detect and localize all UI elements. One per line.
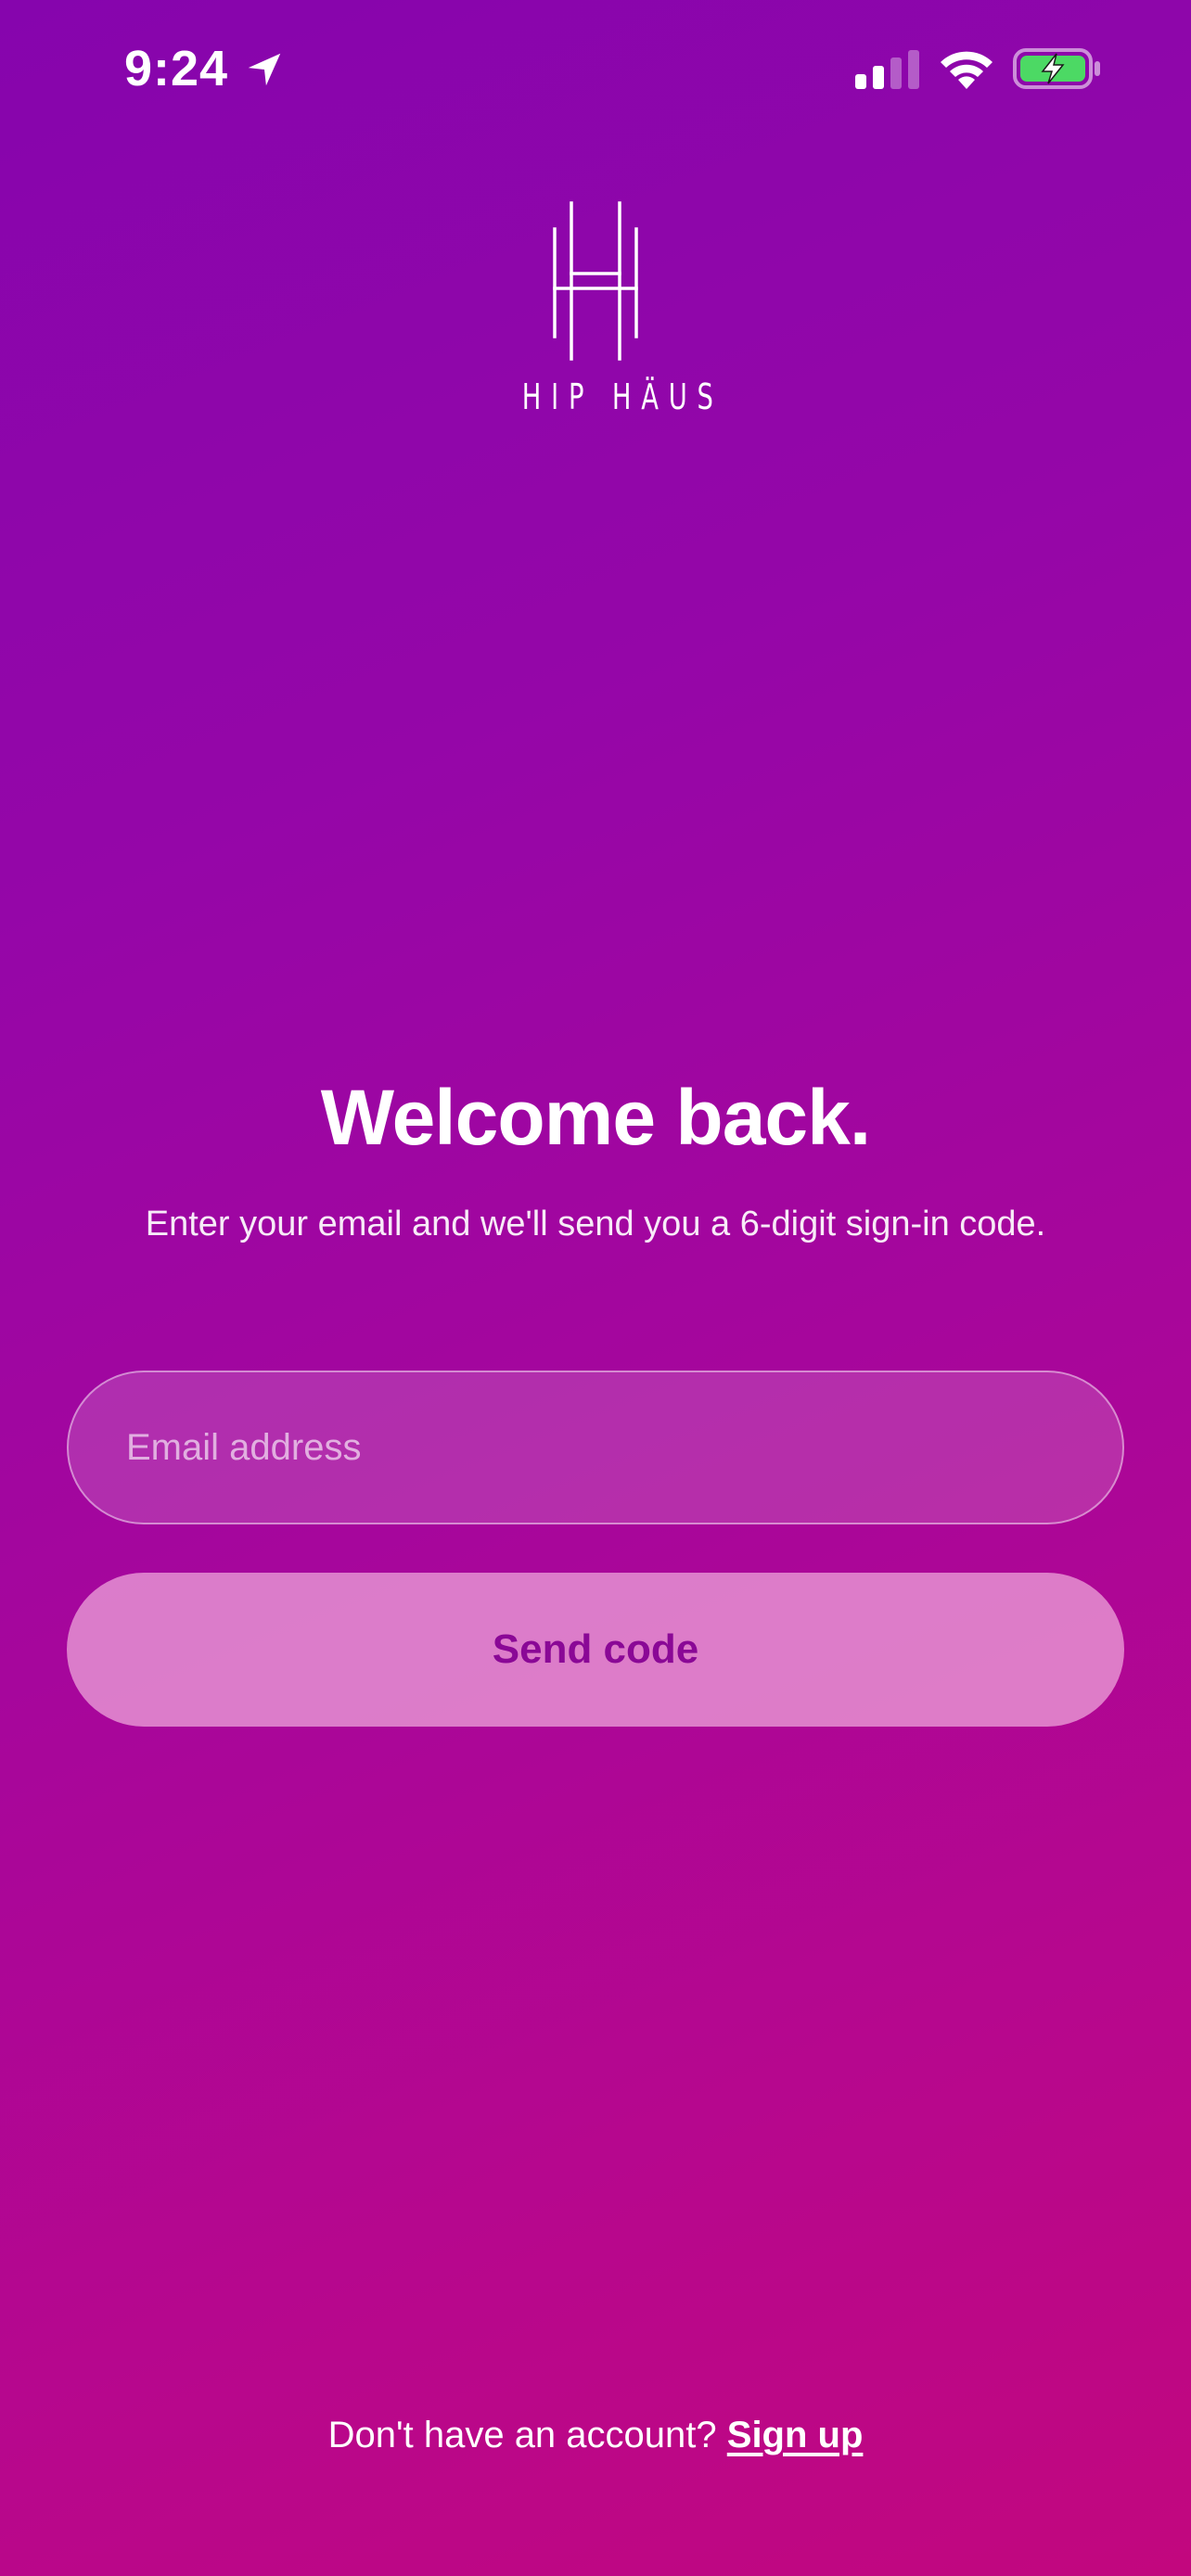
signup-prompt-text: Don't have an account? xyxy=(327,2415,717,2455)
hip-haus-logo: HIP HÄUS xyxy=(493,197,724,428)
page-title: Welcome back. xyxy=(320,1074,871,1161)
signup-link[interactable]: Sign up xyxy=(727,2415,864,2455)
battery-charging-icon xyxy=(1013,48,1100,89)
logo-text: HIP HÄUS xyxy=(521,376,724,417)
send-code-button[interactable]: Send code xyxy=(67,1573,1124,1727)
cellular-signal-icon xyxy=(855,50,919,89)
signup-prompt: Don't have an account? Sign up xyxy=(0,2407,1191,2463)
page-subtitle: Enter your email and we'll send you a 6-… xyxy=(145,1205,1046,1243)
sign-in-screen: 9:24 HIP HÄUS Welcome back. Enter your e… xyxy=(0,0,1191,2576)
logo-mark-icon xyxy=(553,201,638,361)
email-field[interactable] xyxy=(67,1371,1124,1524)
location-arrow-icon xyxy=(248,53,281,86)
wifi-icon xyxy=(941,51,992,89)
status-time: 9:24 xyxy=(124,41,229,96)
status-bar: 9:24 xyxy=(0,0,1191,139)
